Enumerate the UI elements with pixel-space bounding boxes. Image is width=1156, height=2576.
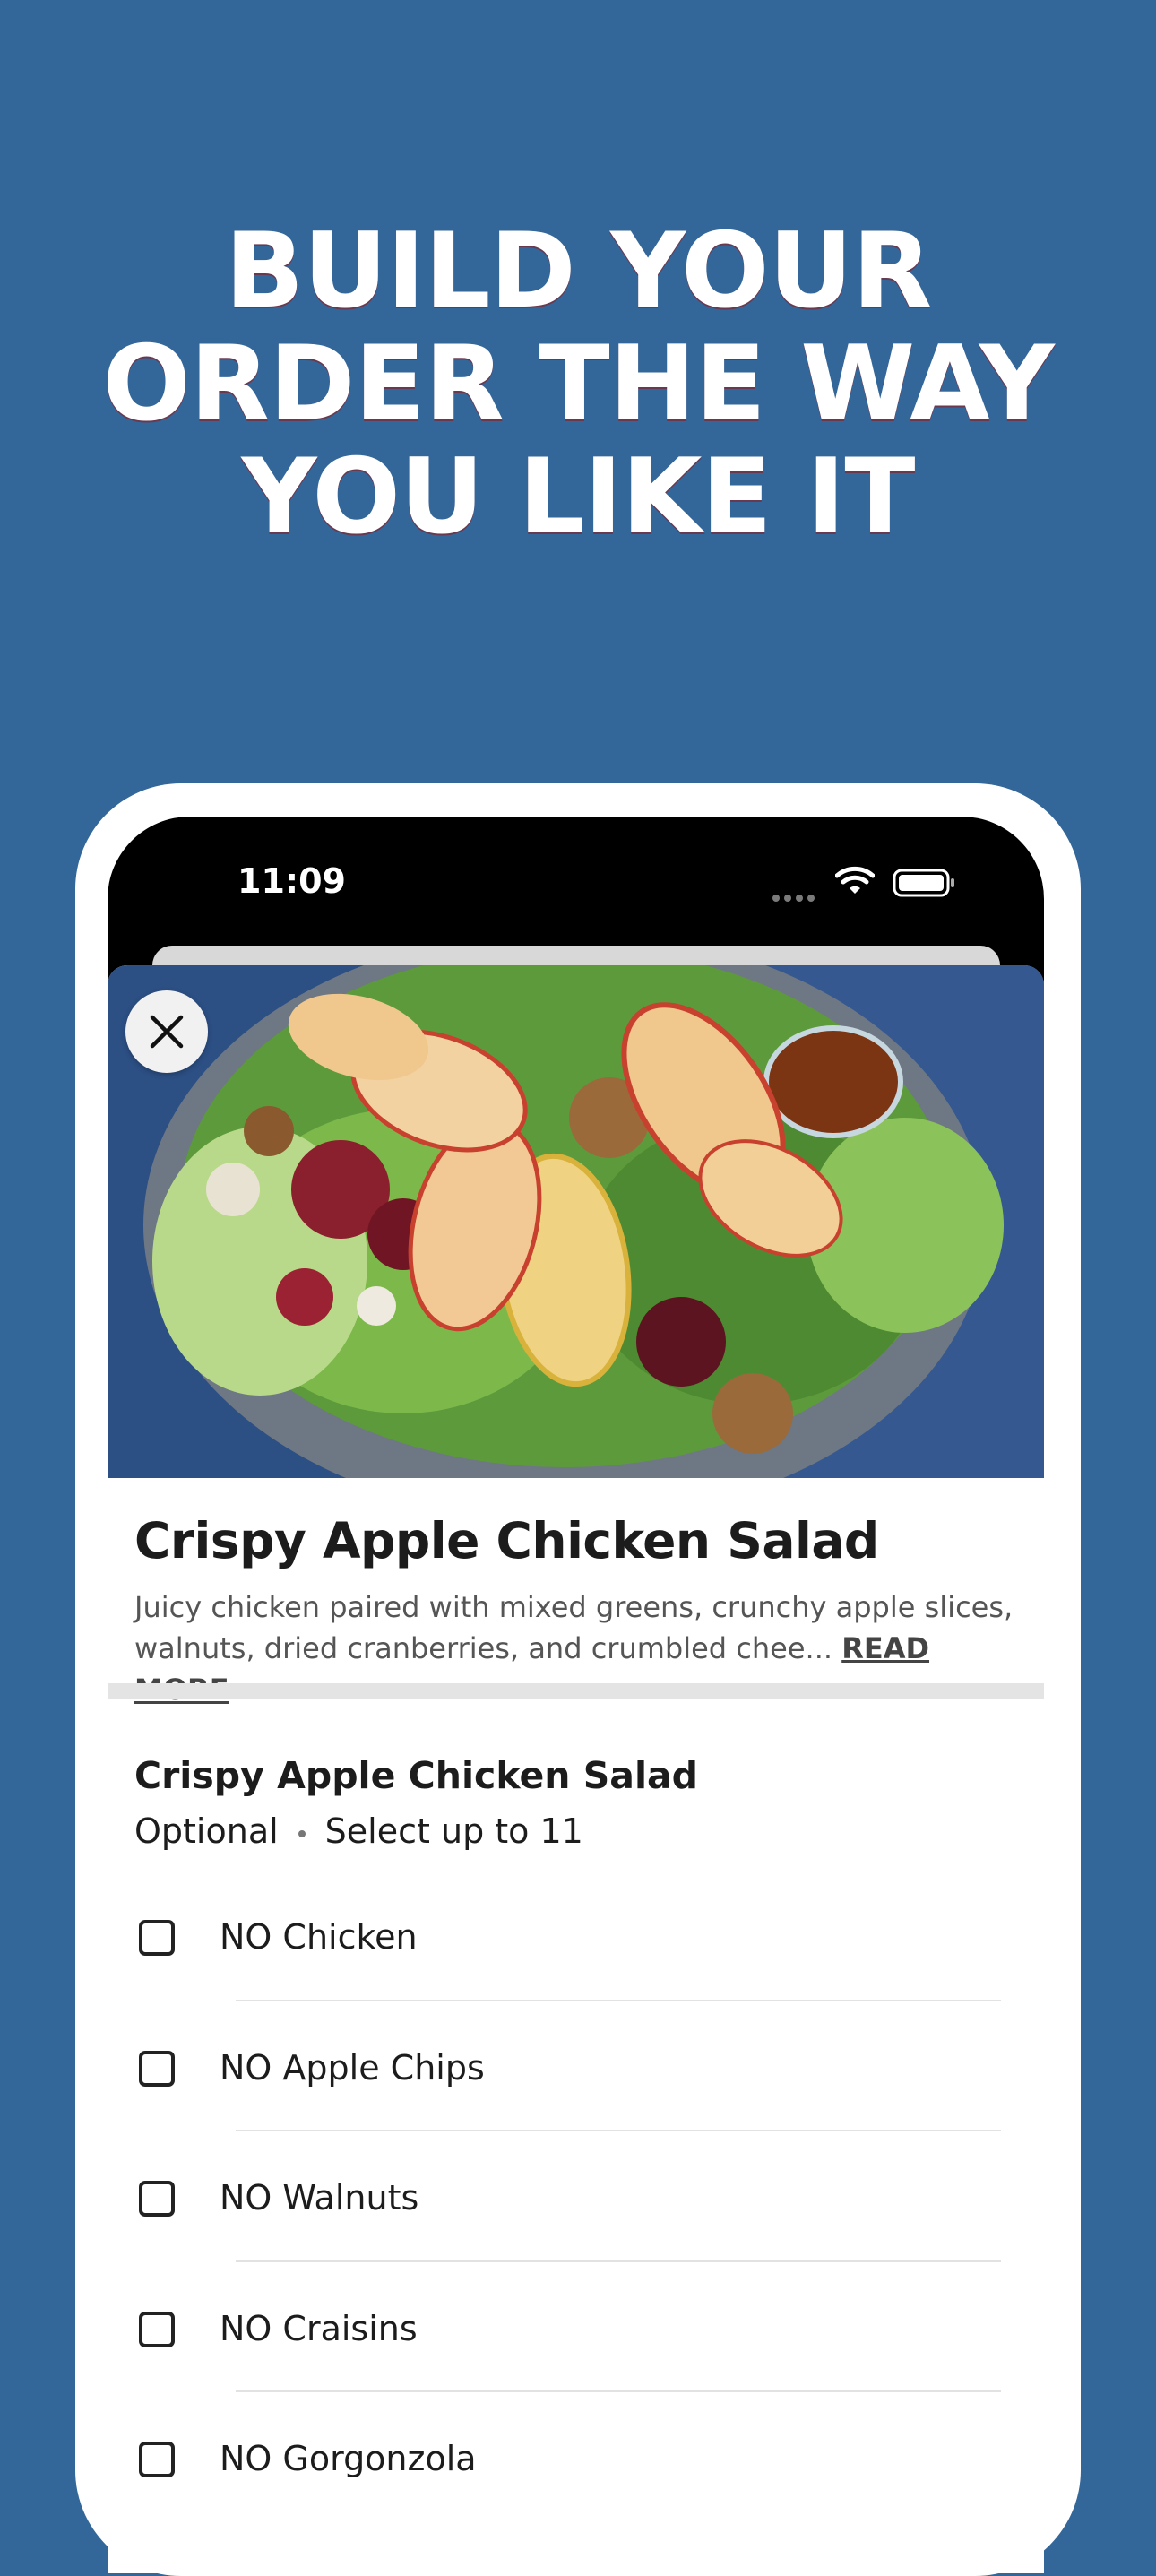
item-detail-sheet: Crispy Apple Chicken Salad Juicy chicken… [108,965,1044,2573]
checkbox-icon[interactable] [139,2311,175,2347]
status-time: 11:09 [237,861,346,901]
option-row[interactable]: NO Apple Chips [108,2001,1044,2131]
modifier-group-title: Crispy Apple Chicken Salad [134,1754,699,1797]
modifier-group-meta: Optional Select up to 11 [134,1811,583,1851]
required-label: Optional [134,1811,279,1851]
option-row[interactable]: NO Gorgonzola [108,2392,1044,2523]
headline-line: BUILD YOUR [224,211,932,332]
cellular-icon [772,888,819,905]
close-button[interactable] [125,990,208,1073]
option-label: NO Craisins [220,2308,418,2348]
checkbox-icon[interactable] [139,2181,175,2217]
limit-label: Select up to 11 [324,1811,583,1851]
option-label: NO Walnuts [220,2178,419,2217]
item-title: Crispy Apple Chicken Salad [134,1512,879,1569]
option-label: NO Chicken [220,1917,418,1957]
option-row[interactable]: NO Walnuts [108,2131,1044,2262]
description-line: Juicy chicken paired with mixed greens, … [134,1590,1014,1624]
modifier-options-list: NO Chicken NO Apple Chips NO Walnuts NO … [108,1871,1044,2523]
battery-icon [893,869,954,897]
option-label: NO Gorgonzola [220,2439,477,2478]
description-text: walnuts, dried cranberries, and crumbled… [134,1631,833,1665]
separator-dot [298,1829,306,1837]
wifi-icon [835,866,875,894]
headline-line: YOU LIKE IT [241,437,916,558]
checkbox-icon[interactable] [139,2050,175,2087]
option-row[interactable]: NO Craisins [108,2262,1044,2392]
checkbox-icon[interactable] [139,1920,175,1956]
option-row[interactable]: NO Chicken [108,1871,1044,2001]
salad-photo [108,965,1044,1478]
option-label: NO Apple Chips [220,2047,485,2088]
phone-screen: 11:09 Crispy Apple Chicken Salad Juicy c… [108,817,1044,2573]
headline-line: ORDER THE WAY [102,324,1054,445]
section-divider [108,1683,1044,1699]
close-icon [150,1015,184,1049]
promo-headline: BUILD YOUR ORDER THE WAY YOU LIKE IT [0,215,1156,554]
checkbox-icon[interactable] [139,2442,175,2477]
